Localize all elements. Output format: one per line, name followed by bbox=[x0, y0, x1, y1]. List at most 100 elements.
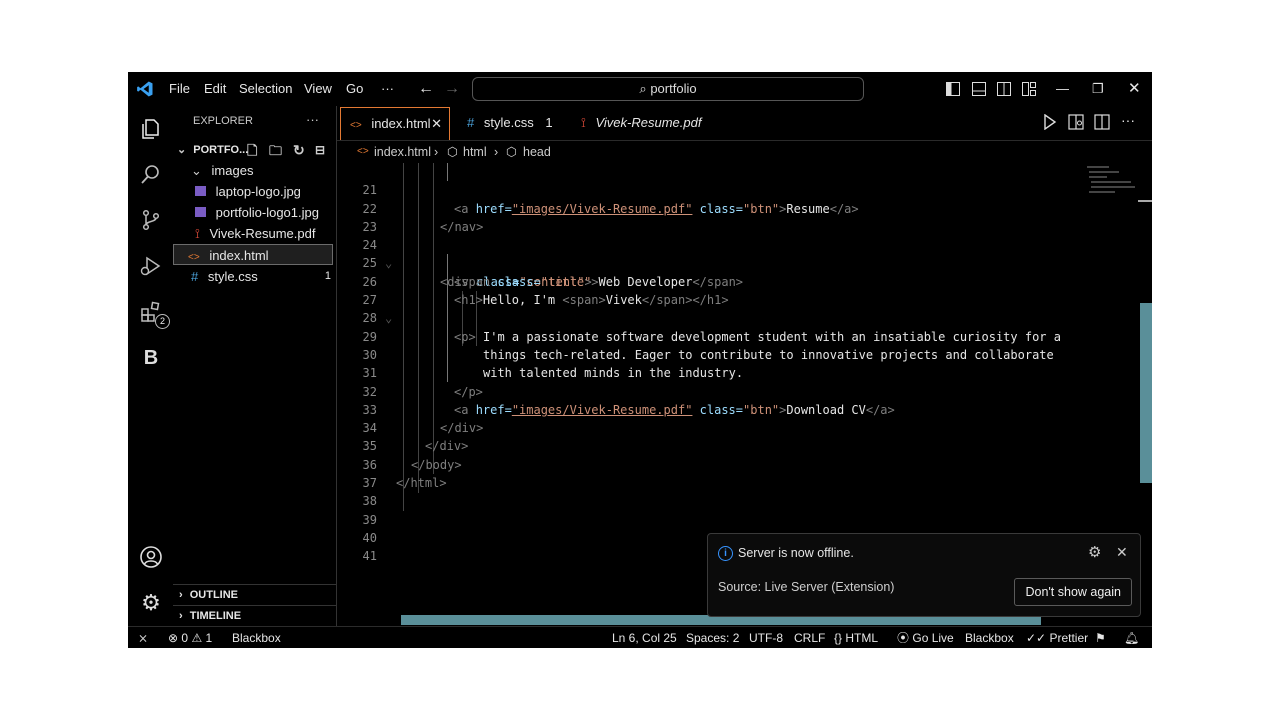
warning-icon: ⚠ bbox=[191, 631, 203, 645]
code-line: 40 bbox=[337, 511, 1097, 545]
status-bar: ⨯ ⊗ 0 ⚠ 1 Blackbox Ln 6, Col 25 Spaces: … bbox=[128, 626, 1152, 648]
tree-item-index-html[interactable]: <> index.html bbox=[173, 244, 333, 265]
code-line: 29 things tech-related. Eager to contrib… bbox=[337, 309, 1097, 362]
notification-close-icon[interactable]: ✕ bbox=[1116, 544, 1128, 561]
toggle-secondary-sidebar-icon[interactable] bbox=[997, 72, 1011, 106]
code-line: 27 ⌄ <p> bbox=[337, 273, 1097, 344]
tree-item-style-css[interactable]: # style.css 1 bbox=[191, 266, 331, 287]
explorer-more-icon[interactable]: ··· bbox=[306, 112, 319, 127]
menu-selection[interactable]: Selection bbox=[239, 72, 292, 106]
back-arrow-icon[interactable]: ← bbox=[418, 72, 434, 106]
dont-show-again-button[interactable]: Don't show again bbox=[1014, 578, 1132, 606]
workspace-folder-header[interactable]: ⌄ PORTFO... 🗋 🗀 ↻ ⊟ bbox=[177, 140, 335, 161]
source-control-icon[interactable] bbox=[136, 205, 166, 235]
extensions-icon[interactable]: 2 bbox=[136, 297, 170, 329]
settings-gear-icon[interactable]: ⚙ bbox=[136, 588, 166, 618]
html-file-icon: <> bbox=[188, 252, 200, 263]
indentation[interactable]: Spaces: 2 bbox=[686, 627, 739, 648]
toggle-panel-icon[interactable] bbox=[972, 72, 986, 106]
customize-layout-icon[interactable] bbox=[1022, 72, 1036, 106]
tree-folder-images[interactable]: ⌄ images bbox=[191, 160, 253, 181]
outline-section[interactable]: › OUTLINE bbox=[173, 584, 336, 605]
close-window-icon[interactable]: ✕ bbox=[1128, 72, 1141, 106]
language-mode[interactable]: {} HTML bbox=[834, 627, 878, 648]
code-line: 21 <a href="images/Vivek-Resume.pdf" cla… bbox=[337, 163, 1097, 215]
refresh-icon[interactable]: ↻ bbox=[293, 140, 305, 161]
tree-item-laptop-logo[interactable]: laptop-logo.jpg bbox=[195, 181, 301, 202]
forward-arrow-icon[interactable]: → bbox=[444, 72, 460, 106]
code-line: 33 </div> bbox=[337, 383, 1097, 435]
notification-settings-gear-icon[interactable]: ⚙ bbox=[1088, 543, 1101, 561]
menu-go[interactable]: Go bbox=[346, 72, 363, 106]
notifications-bell-icon[interactable]: 🔔︎ bbox=[1124, 627, 1139, 648]
extensions-badge: 2 bbox=[155, 314, 170, 329]
cursor-position[interactable]: Ln 6, Col 25 bbox=[612, 627, 677, 648]
tree-item-resume-pdf[interactable]: ⟟ Vivek-Resume.pdf bbox=[195, 223, 315, 244]
tab-resume-pdf[interactable]: ⟟ Vivek-Resume.pdf bbox=[567, 106, 719, 140]
title-bar: File Edit Selection View Go ··· ← → ⌕ po… bbox=[128, 72, 1152, 106]
search-icon[interactable] bbox=[136, 159, 166, 189]
braces-icon: {} bbox=[834, 631, 843, 645]
new-file-icon[interactable]: 🗋 bbox=[247, 140, 257, 161]
split-editor-icon[interactable] bbox=[1094, 114, 1110, 133]
pdf-file-icon: ⟟ bbox=[195, 226, 200, 241]
search-text: portfolio bbox=[650, 81, 697, 96]
code-line: 31 </p> bbox=[337, 346, 1097, 398]
minimap[interactable] bbox=[1085, 163, 1137, 203]
tab-label: Vivek-Resume.pdf bbox=[595, 115, 702, 130]
breadcrumb-file[interactable]: index.html bbox=[374, 141, 431, 163]
toggle-primary-sidebar-icon[interactable] bbox=[946, 72, 960, 106]
new-folder-icon[interactable]: 🗀 bbox=[269, 140, 282, 161]
blackbox-status-left[interactable]: Blackbox bbox=[232, 627, 281, 648]
close-tab-icon[interactable]: ✕ bbox=[431, 108, 442, 139]
tab-style-css[interactable]: # style.css 1 bbox=[455, 106, 565, 140]
tree-item-label: laptop-logo.jpg bbox=[215, 184, 301, 199]
tab-index-html[interactable]: <> index.html ✕ bbox=[340, 107, 450, 140]
explorer-header: EXPLORER bbox=[193, 115, 253, 127]
restore-icon[interactable]: ❐ bbox=[1092, 72, 1104, 106]
go-live-button[interactable]: ⦿ Go Live bbox=[897, 627, 954, 648]
code-line: 36 </html> bbox=[337, 438, 1097, 490]
tree-item-portfolio-logo[interactable]: portfolio-logo1.jpg bbox=[195, 202, 319, 223]
remote-indicator-icon[interactable]: ⨯ bbox=[138, 627, 148, 648]
blackbox-status-right[interactable]: Blackbox bbox=[965, 627, 1014, 648]
encoding[interactable]: UTF-8 bbox=[749, 627, 783, 648]
blackbox-icon[interactable]: B bbox=[136, 343, 166, 373]
tree-item-label: Vivek-Resume.pdf bbox=[209, 226, 316, 241]
editor-tabs: <> index.html ✕ # style.css 1 ⟟ Vivek-Re… bbox=[337, 106, 1152, 141]
info-icon: i bbox=[718, 546, 733, 561]
code-line: 23 bbox=[337, 200, 1097, 234]
tab-label: style.css bbox=[483, 115, 534, 130]
prettier-status[interactable]: ✓✓ Prettier bbox=[1026, 627, 1088, 648]
activity-bar: 2 B ⚙ bbox=[128, 106, 173, 626]
command-center-search[interactable]: ⌕ portfolio bbox=[472, 77, 864, 101]
chevron-right-icon: › bbox=[179, 589, 183, 601]
code-line: 24 ⌄ <div class="content"> bbox=[337, 218, 1097, 289]
open-preview-icon[interactable] bbox=[1068, 114, 1084, 133]
image-file-icon bbox=[195, 207, 206, 217]
code-line: 28 I'm a passionate software development… bbox=[337, 291, 1097, 343]
end-of-line[interactable]: CRLF bbox=[794, 627, 825, 648]
feedback-icon[interactable]: ⚑ bbox=[1095, 627, 1106, 648]
html-file-icon: <> bbox=[350, 120, 362, 131]
menu-edit[interactable]: Edit bbox=[204, 72, 226, 106]
breadcrumb-html[interactable]: html bbox=[463, 141, 487, 163]
account-icon[interactable] bbox=[136, 542, 166, 572]
breadcrumb-head[interactable]: head bbox=[523, 141, 551, 163]
menu-more[interactable]: ··· bbox=[381, 72, 394, 106]
search-icon: ⌕ bbox=[639, 81, 647, 96]
tree-item-label: index.html bbox=[209, 248, 269, 263]
menu-file[interactable]: File bbox=[169, 72, 190, 106]
collapse-all-icon[interactable]: ⊟ bbox=[315, 140, 325, 161]
menu-view[interactable]: View bbox=[304, 72, 332, 106]
error-icon: ⊗ bbox=[168, 631, 179, 645]
run-icon[interactable] bbox=[1043, 113, 1057, 133]
problems-indicator[interactable]: ⊗ 0 ⚠ 1 bbox=[168, 627, 212, 648]
editor-more-actions-icon[interactable]: ··· bbox=[1121, 112, 1135, 128]
timeline-section[interactable]: › TIMELINE bbox=[173, 605, 336, 626]
chevron-right-icon: › bbox=[179, 610, 183, 622]
explorer-icon[interactable] bbox=[136, 114, 166, 144]
vertical-scrollbar[interactable] bbox=[1140, 303, 1152, 483]
minimize-icon[interactable]: — bbox=[1056, 72, 1069, 106]
run-debug-icon[interactable] bbox=[136, 251, 166, 281]
